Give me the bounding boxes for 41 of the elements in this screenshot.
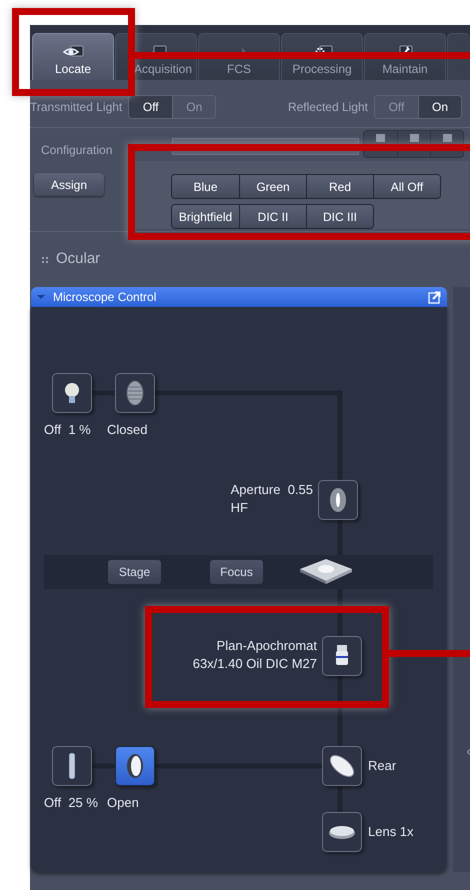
grip-icon [42, 256, 48, 262]
aperture-button[interactable] [318, 480, 358, 520]
node-label: Plan-Apochromat [216, 637, 317, 655]
config-label: Configuration [41, 142, 112, 159]
eye-icon [62, 45, 84, 58]
shutter-button[interactable] [115, 746, 155, 786]
objective-button[interactable] [322, 636, 362, 676]
lamp-button[interactable] [52, 373, 92, 413]
node-label: Aperture 0.55 [230, 481, 313, 499]
node-label: Lens 1x [368, 823, 414, 841]
stage-button[interactable]: Stage [108, 560, 161, 584]
tab[interactable]: Locate [32, 33, 114, 80]
channel-button[interactable]: DIC III [306, 205, 373, 228]
section-title: Ocular [56, 249, 100, 270]
filter-icon [69, 753, 75, 779]
filter-button[interactable] [52, 746, 92, 786]
node-label: Open [107, 794, 139, 812]
node-label: Off 1 % [44, 421, 91, 439]
node-label: HF [230, 499, 248, 517]
toggle-option[interactable]: On [418, 96, 461, 118]
node-label: Off 25 % [44, 794, 98, 812]
channel-button[interactable]: DIC II [239, 205, 306, 228]
mirror-button[interactable] [322, 746, 362, 786]
channel-button[interactable]: All Off [373, 175, 440, 198]
stage-icon[interactable] [298, 557, 354, 585]
channel-button[interactable]: Blue [172, 175, 239, 198]
node-label: 63x/1.40 Oil DIC M27 [192, 655, 317, 673]
lens-button[interactable] [322, 812, 362, 852]
node-label: Closed [107, 421, 148, 439]
stage-button[interactable]: Focus [210, 560, 263, 584]
assign-button[interactable]: Assign [34, 173, 104, 196]
channel-button[interactable]: Red [306, 175, 373, 198]
channel-button[interactable]: Brightfield [172, 205, 239, 228]
panel-header[interactable]: Microscope Control [31, 287, 447, 307]
toggle-label: Reflected Light [288, 100, 368, 114]
toggle-option[interactable]: Off [129, 96, 172, 118]
toggle-label: Transmitted Light [30, 100, 122, 114]
node-label: Rear [368, 757, 396, 775]
popout-icon[interactable] [428, 290, 441, 304]
channel-button[interactable]: Green [239, 175, 306, 198]
panel-title: Microscope Control [53, 289, 158, 306]
